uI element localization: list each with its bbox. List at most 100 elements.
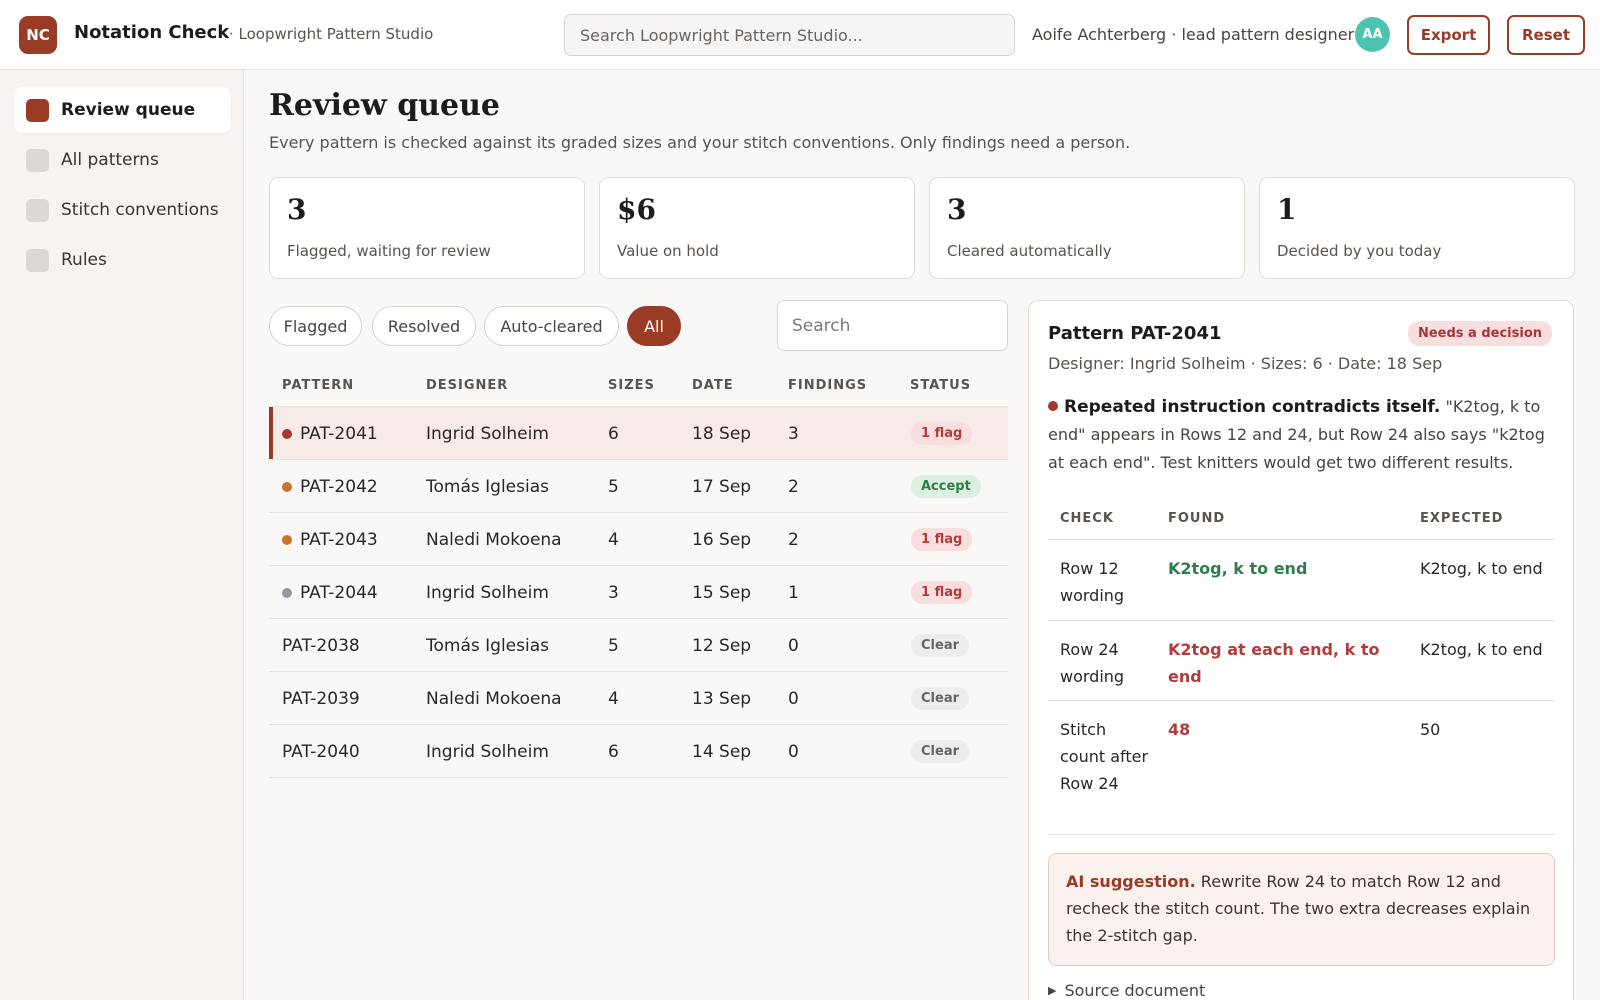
filter-flagged[interactable]: Flagged bbox=[269, 306, 362, 346]
column-header-date[interactable]: DATE bbox=[692, 378, 734, 393]
status-cell: Clear bbox=[911, 672, 969, 725]
status-badge: Clear bbox=[911, 740, 969, 763]
found-value: K2tog, k to end bbox=[1168, 559, 1308, 578]
date-cell: 17 Sep bbox=[692, 476, 752, 497]
table-row[interactable]: PAT-2043 Naledi Mokoena 4 16 Sep 2 1 flag bbox=[269, 513, 1008, 566]
sidebar-item-label: All patterns bbox=[61, 150, 159, 170]
sidebar-item-all-patterns[interactable]: All patterns bbox=[14, 137, 231, 183]
status-cell: Clear bbox=[911, 619, 969, 672]
stat-card-flagged: 3 Flagged, waiting for review bbox=[269, 177, 585, 279]
workspace-name: · Loopwright Pattern Studio bbox=[229, 25, 434, 43]
found-column-header: FOUND bbox=[1168, 511, 1226, 526]
filter-resolved[interactable]: Resolved bbox=[372, 306, 476, 346]
ai-suggestion: AI suggestion. Rewrite Row 24 to match R… bbox=[1048, 853, 1555, 966]
designer-cell: Tomás Iglesias bbox=[426, 476, 549, 497]
app-logo: NC bbox=[19, 16, 57, 54]
source-document-toggle[interactable]: ▶ Source document bbox=[1048, 981, 1205, 1000]
status-badge: Clear bbox=[911, 634, 969, 657]
rules-icon bbox=[26, 248, 49, 272]
found-value: 48 bbox=[1168, 720, 1191, 739]
column-header-findings[interactable]: FINDINGS bbox=[788, 378, 867, 393]
detail-meta: Designer: Ingrid Solheim · Sizes: 6 · Da… bbox=[1048, 354, 1443, 373]
review-queue-icon bbox=[26, 98, 49, 122]
column-header-designer[interactable]: DESIGNER bbox=[426, 378, 508, 393]
date-cell: 14 Sep bbox=[692, 741, 752, 762]
severity-dot-icon bbox=[1048, 401, 1058, 411]
findings-cell: 1 bbox=[788, 582, 799, 603]
status-badge: 1 flag bbox=[911, 528, 973, 551]
app-title: Notation Check bbox=[74, 22, 230, 43]
status-dot-icon bbox=[282, 481, 292, 492]
check-name: Row 24 wording bbox=[1060, 640, 1125, 686]
detail-title: Pattern PAT-2041 bbox=[1048, 323, 1222, 344]
pattern-id: PAT-2040 bbox=[282, 741, 360, 762]
table-search-input[interactable] bbox=[777, 300, 1008, 351]
findings-cell: 2 bbox=[788, 476, 799, 497]
sidebar-item-review-queue[interactable]: Review queue bbox=[14, 87, 231, 133]
table-row[interactable]: PAT-2040 Ingrid Solheim 6 14 Sep 0 Clear bbox=[269, 725, 1008, 778]
stat-value: 1 bbox=[1277, 193, 1297, 226]
stat-value: $6 bbox=[617, 193, 656, 226]
designer-cell: Tomás Iglesias bbox=[426, 635, 549, 656]
status-badge: Needs a decision bbox=[1407, 321, 1552, 346]
sizes-cell: 3 bbox=[608, 582, 619, 603]
status-cell: Accept bbox=[911, 460, 981, 513]
sizes-cell: 5 bbox=[608, 476, 619, 497]
divider bbox=[1048, 539, 1555, 540]
findings-cell: 0 bbox=[788, 635, 799, 656]
check-name: Stitch count after Row 24 bbox=[1060, 720, 1149, 793]
expected-column-header: EXPECTED bbox=[1420, 511, 1504, 526]
designer-cell: Ingrid Solheim bbox=[426, 582, 549, 603]
status-cell: Clear bbox=[911, 725, 969, 778]
table-row[interactable]: PAT-2042 Tomás Iglesias 5 17 Sep 2 Accept bbox=[269, 460, 1008, 513]
pattern-cell: PAT-2039 bbox=[282, 672, 360, 725]
designer-cell: Ingrid Solheim bbox=[426, 423, 549, 444]
column-header-pattern[interactable]: PATTERN bbox=[282, 378, 354, 393]
app-header: NC Notation Check · Loopwright Pattern S… bbox=[0, 0, 1600, 70]
status-badge: Clear bbox=[911, 687, 969, 710]
avatar[interactable]: AA bbox=[1355, 17, 1390, 52]
date-cell: 16 Sep bbox=[692, 529, 752, 550]
sizes-cell: 4 bbox=[608, 529, 619, 550]
check-name: Row 12 wording bbox=[1060, 559, 1125, 605]
pattern-id: PAT-2039 bbox=[282, 688, 360, 709]
pattern-id: PAT-2041 bbox=[300, 423, 378, 444]
filter-auto-cleared[interactable]: Auto-cleared bbox=[484, 306, 619, 346]
filter-all[interactable]: All bbox=[627, 306, 681, 346]
export-button[interactable]: Export bbox=[1407, 15, 1490, 55]
pattern-cell: PAT-2040 bbox=[282, 725, 360, 778]
sizes-cell: 6 bbox=[608, 423, 619, 444]
sizes-cell: 4 bbox=[608, 688, 619, 709]
pattern-cell: PAT-2043 bbox=[282, 513, 378, 566]
status-dot-icon bbox=[282, 428, 292, 439]
stat-label: Cleared automatically bbox=[947, 242, 1112, 260]
status-cell: 1 flag bbox=[911, 566, 973, 619]
column-header-sizes[interactable]: SIZES bbox=[608, 378, 655, 393]
status-cell: 1 flag bbox=[911, 513, 973, 566]
pattern-id: PAT-2043 bbox=[300, 529, 378, 550]
pattern-cell: PAT-2038 bbox=[282, 619, 360, 672]
found-value: K2tog at each end, k to end bbox=[1168, 640, 1380, 686]
date-cell: 15 Sep bbox=[692, 582, 752, 603]
global-search-input[interactable]: Search Loopwright Pattern Studio... bbox=[564, 14, 1015, 56]
stat-card-value-on-hold: $6 Value on hold bbox=[599, 177, 915, 279]
expected-value: K2tog, k to end bbox=[1420, 640, 1543, 659]
table-row[interactable]: PAT-2039 Naledi Mokoena 4 13 Sep 0 Clear bbox=[269, 672, 1008, 725]
sidebar-item-stitch-conventions[interactable]: Stitch conventions bbox=[14, 187, 231, 233]
table-row[interactable]: PAT-2038 Tomás Iglesias 5 12 Sep 0 Clear bbox=[269, 619, 1008, 672]
caret-right-icon: ▶ bbox=[1048, 984, 1057, 997]
findings-cell: 0 bbox=[788, 688, 799, 709]
date-cell: 18 Sep bbox=[692, 423, 752, 444]
table-row[interactable]: PAT-2041 Ingrid Solheim 6 18 Sep 3 1 flag bbox=[269, 407, 1008, 460]
column-header-status[interactable]: STATUS bbox=[910, 378, 971, 393]
reset-button[interactable]: Reset bbox=[1507, 15, 1585, 55]
status-dot-icon bbox=[282, 587, 292, 598]
sidebar-item-label: Stitch conventions bbox=[61, 200, 219, 220]
stat-label: Value on hold bbox=[617, 242, 719, 260]
sizes-cell: 5 bbox=[608, 635, 619, 656]
table-row[interactable]: PAT-2044 Ingrid Solheim 3 15 Sep 1 1 flag bbox=[269, 566, 1008, 619]
sidebar-item-rules[interactable]: Rules bbox=[14, 237, 231, 283]
findings-cell: 3 bbox=[788, 423, 799, 444]
status-badge: 1 flag bbox=[911, 581, 973, 604]
all-patterns-icon bbox=[26, 148, 49, 172]
